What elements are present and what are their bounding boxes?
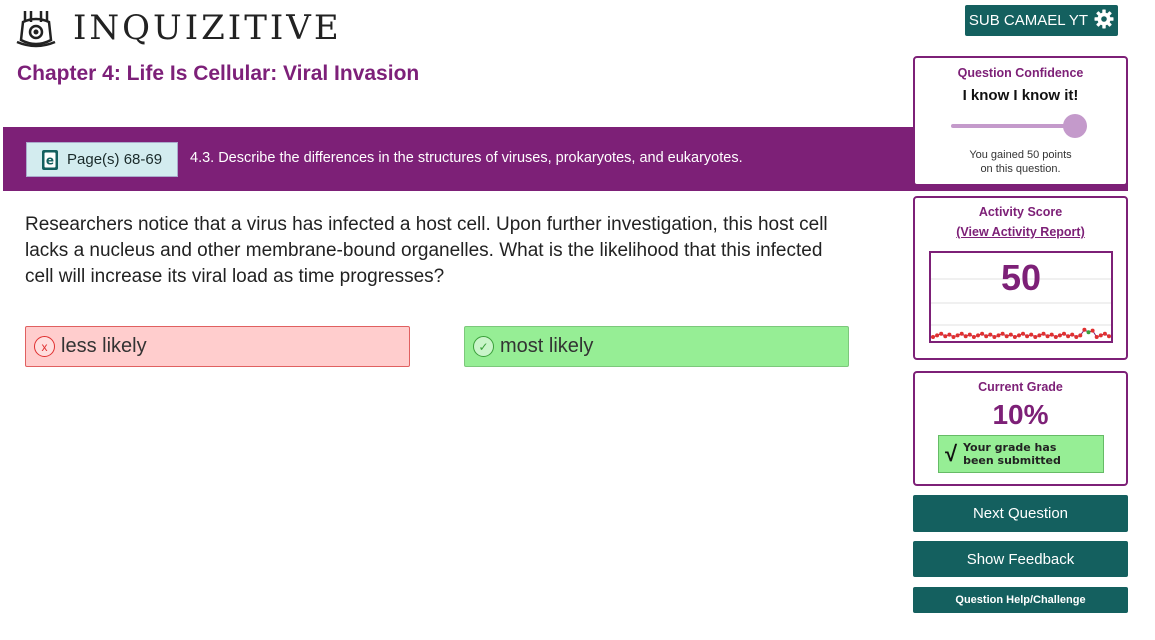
activity-score-card: Activity Score (View Activity Report) 50 bbox=[913, 196, 1128, 360]
user-name: SUB CAMAEL YT bbox=[968, 12, 1089, 29]
answer-option-most-likely[interactable]: ✓ most likely bbox=[464, 326, 849, 367]
current-grade-value: 10% bbox=[992, 399, 1049, 430]
activity-point bbox=[943, 334, 948, 339]
activity-point bbox=[1025, 334, 1030, 339]
chapter-title: Chapter 4: Life Is Cellular: Viral Invas… bbox=[17, 62, 420, 85]
activity-point bbox=[1074, 335, 1079, 339]
activity-point bbox=[1000, 331, 1005, 336]
activity-point bbox=[1102, 331, 1107, 336]
activity-point bbox=[939, 331, 944, 336]
activity-point bbox=[1082, 327, 1087, 332]
answer-label: less likely bbox=[61, 335, 147, 357]
answer-option-less-likely[interactable]: x less likely bbox=[25, 326, 410, 367]
activity-point bbox=[1017, 333, 1021, 338]
grade-submitted-line: Your grade has bbox=[963, 441, 1057, 454]
grade-submitted-badge: √ Your grade has been submitted bbox=[938, 435, 1104, 473]
activity-point bbox=[1098, 333, 1103, 338]
activity-point bbox=[1090, 328, 1095, 333]
points-gained-note: You gained 50 points on this question. bbox=[915, 148, 1126, 176]
answer-label: most likely bbox=[500, 335, 594, 357]
activity-point bbox=[963, 334, 968, 339]
activity-point bbox=[1041, 331, 1046, 336]
check-circle-icon: ✓ bbox=[473, 336, 494, 357]
ebook-icon: e bbox=[42, 149, 58, 170]
points-gained-line: on this question. bbox=[980, 163, 1061, 175]
inquizitive-logo: INQUIZITIVE bbox=[15, 8, 342, 48]
activity-point bbox=[1029, 332, 1034, 337]
activity-point bbox=[935, 333, 940, 338]
activity-point bbox=[1078, 333, 1083, 338]
slider-handle[interactable] bbox=[1062, 114, 1087, 138]
question-confidence-card: Question Confidence I know I know it! Yo… bbox=[913, 56, 1128, 186]
current-grade-title: Current Grade bbox=[978, 380, 1063, 394]
checkmark-icon: √ bbox=[945, 441, 958, 466]
activity-point bbox=[984, 334, 989, 339]
activity-point bbox=[1021, 331, 1025, 336]
activity-point bbox=[1053, 335, 1058, 339]
activity-point bbox=[1004, 334, 1009, 339]
learning-objective: 4.3. Describe the differences in the str… bbox=[190, 150, 743, 166]
logo-mascot-icon bbox=[16, 11, 56, 48]
activity-point bbox=[1045, 334, 1050, 339]
points-gained-line: You gained 50 points bbox=[969, 149, 1072, 161]
activity-point bbox=[1057, 333, 1062, 338]
activity-point bbox=[1107, 334, 1111, 339]
confidence-slider[interactable] bbox=[950, 114, 1091, 138]
slider-track bbox=[950, 124, 1071, 128]
grade-submitted-line: been submitted bbox=[963, 454, 1061, 467]
activity-point bbox=[971, 335, 976, 339]
activity-point bbox=[959, 331, 964, 336]
show-feedback-button[interactable]: Show Feedback bbox=[913, 541, 1128, 577]
page-range-label: Page(s) 68-69 bbox=[67, 151, 163, 168]
activity-score-title: Activity Score bbox=[978, 205, 1063, 219]
confidence-title: Question Confidence bbox=[957, 66, 1084, 80]
activity-point bbox=[996, 333, 1001, 338]
question-text: Researchers notice that a virus has infe… bbox=[25, 214, 828, 287]
view-activity-report-link[interactable]: (View Activity Report) bbox=[915, 225, 1126, 239]
confidence-level: I know I know it! bbox=[962, 87, 1079, 104]
activity-point bbox=[1094, 335, 1099, 339]
activity-point bbox=[1008, 332, 1013, 337]
grade-submitted-text: Your grade has been submitted bbox=[963, 441, 1061, 467]
page-reference-button[interactable]: e Page(s) 68-69 bbox=[26, 142, 178, 177]
gear-icon bbox=[1094, 9, 1114, 33]
logo-text: INQUIZITIVE bbox=[73, 8, 342, 48]
activity-point bbox=[947, 332, 952, 337]
activity-point bbox=[955, 333, 960, 338]
activity-point bbox=[988, 332, 993, 337]
activity-point bbox=[1033, 335, 1038, 339]
activity-point bbox=[1066, 334, 1071, 339]
activity-sparkline: 50 bbox=[929, 251, 1113, 343]
activity-point bbox=[1049, 332, 1054, 337]
activity-point bbox=[1012, 335, 1017, 339]
activity-point bbox=[1070, 332, 1075, 337]
next-question-button[interactable]: Next Question bbox=[913, 495, 1128, 532]
activity-point bbox=[980, 331, 985, 336]
activity-point bbox=[1062, 331, 1066, 336]
activity-point bbox=[976, 333, 980, 338]
activity-point bbox=[1086, 330, 1091, 335]
activity-score-value: 50 bbox=[1000, 257, 1042, 298]
activity-point bbox=[1037, 333, 1042, 338]
x-circle-icon: x bbox=[34, 336, 55, 357]
activity-point bbox=[951, 335, 956, 339]
question-help-button[interactable]: Question Help/Challenge bbox=[913, 587, 1128, 613]
activity-point bbox=[992, 335, 997, 339]
activity-point bbox=[931, 335, 935, 339]
svg-text:e: e bbox=[46, 153, 54, 167]
activity-point bbox=[967, 332, 972, 337]
current-grade-card: Current Grade 10% √ Your grade has been … bbox=[913, 371, 1128, 486]
user-settings-button[interactable]: SUB CAMAEL YT bbox=[965, 5, 1118, 36]
